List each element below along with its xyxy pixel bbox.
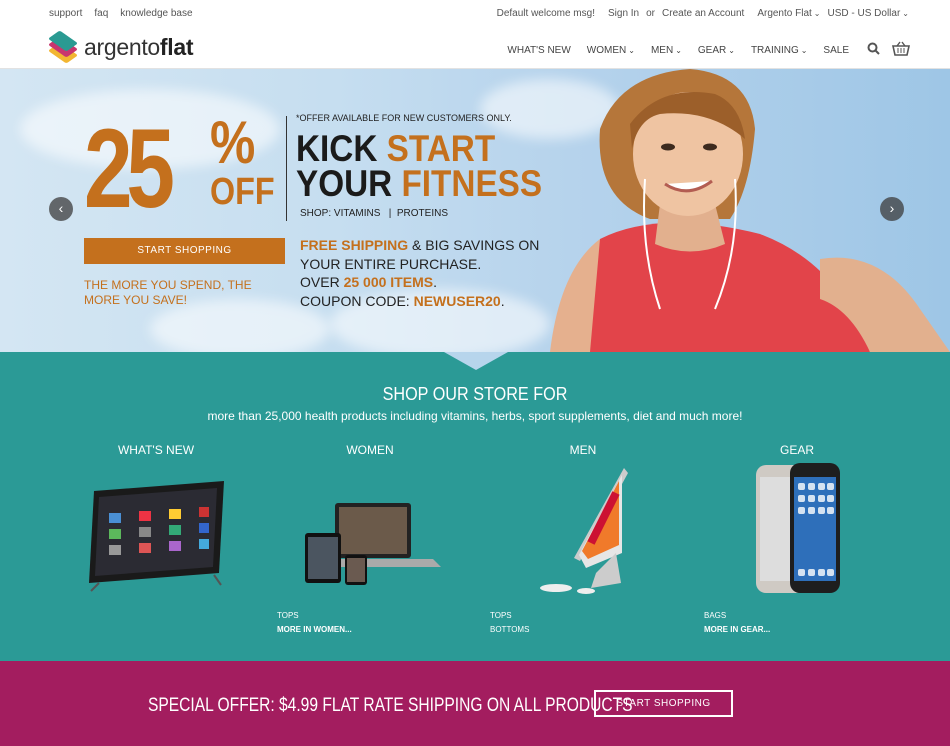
logo-text: argentoflat: [84, 33, 194, 61]
offer-note: *OFFER AVAILABLE FOR NEW CUSTOMERS ONLY.: [296, 113, 512, 123]
top-bar: support faq knowledge base Default welco…: [0, 0, 950, 26]
category-title[interactable]: WOMEN: [263, 443, 477, 457]
or-text: or: [646, 8, 656, 19]
discount-off: OFF: [210, 171, 275, 213]
category-whats-new[interactable]: WHAT'S NEW: [49, 443, 263, 592]
create-account-link[interactable]: Create an Account: [662, 8, 744, 19]
nav-item-men[interactable]: MEN ⌄: [651, 45, 682, 56]
store-section-subtitle: more than 25,000 health products includi…: [207, 409, 743, 423]
chevron-down-icon: ⌄: [902, 9, 909, 18]
store-switcher-label: Argento Flat: [757, 8, 812, 19]
cart-icon[interactable]: [892, 41, 910, 59]
slider-next-button[interactable]: ›: [880, 197, 904, 221]
account-links: Default welcome msg! Sign In or Create a…: [497, 8, 909, 19]
nav-item-gear[interactable]: GEAR ⌄: [698, 45, 735, 56]
nav-item-sale[interactable]: SALE: [823, 45, 849, 56]
chevron-left-icon: ‹: [58, 200, 64, 216]
nav-item-label: GEAR: [697, 44, 727, 56]
chevron-right-icon: ›: [889, 200, 895, 216]
category-links: TOPS MORE IN WOMEN...: [277, 609, 352, 637]
perk-free-rest: & BIG SAVINGS ON: [408, 237, 540, 253]
hero-title: KICK START YOUR FITNESS: [296, 130, 543, 204]
perk-over: OVER: [300, 274, 344, 290]
nav-item-women[interactable]: WOMEN ⌄: [587, 45, 635, 56]
site-logo[interactable]: argentoflat: [48, 30, 194, 64]
nav-item-label: WHAT'S NEW: [507, 44, 571, 56]
perk-coupon: COUPON CODE:: [300, 292, 414, 309]
knowledge-base-link[interactable]: knowledge base: [120, 8, 192, 19]
iphone-image: [756, 463, 840, 593]
shop-store-section: SHOP OUR STORE FOR more than 25,000 heal…: [0, 352, 950, 661]
chevron-down-icon: ⌄: [675, 45, 682, 55]
chevron-down-icon: ⌄: [628, 45, 635, 55]
site-header: argentoflat WHAT'S NEW WOMEN ⌄ MEN ⌄ GEAR ⌄…: [0, 26, 950, 69]
faq-link[interactable]: faq: [94, 8, 108, 19]
special-offer-bar: SPECIAL OFFER: $4.99 FLAT RATE SHIPPING …: [0, 661, 950, 746]
discount-percent-symbol: %: [210, 109, 256, 176]
welcome-message: Default welcome msg!: [496, 8, 595, 19]
category-link-bags[interactable]: BAGS: [704, 609, 770, 623]
hero-title-your: YOUR: [296, 163, 402, 204]
imac-image: [540, 468, 628, 594]
discount-number: 25: [84, 106, 175, 231]
special-offer-text: SPECIAL OFFER: $4.99 FLAT RATE SHIPPING …: [148, 695, 633, 716]
chevron-down-icon: ⌄: [813, 9, 821, 18]
logo-mark-icon: [48, 30, 78, 64]
tv-image: [89, 481, 224, 592]
hero-perks: FREE SHIPPING & BIG SAVINGS ON YOUR ENTI…: [300, 236, 539, 310]
more-in-gear-link[interactable]: MORE IN GEAR...: [704, 623, 770, 637]
category-link-tops[interactable]: TOPS: [490, 609, 529, 623]
sign-in-link[interactable]: Sign In: [608, 8, 639, 19]
chevron-down-icon: ⌄: [800, 45, 808, 55]
perk-dot: .: [500, 292, 505, 309]
nav-item-label: MEN: [650, 44, 674, 56]
divider: [286, 116, 287, 221]
category-title[interactable]: MEN: [476, 443, 690, 457]
hero-banner: 25 % OFF *OFFER AVAILABLE FOR NEW CUSTOM…: [0, 69, 950, 352]
nav-item-label: TRAINING: [750, 44, 799, 56]
nav-item-whats-new[interactable]: WHAT'S NEW: [507, 45, 570, 56]
chevron-down-icon: ⌄: [728, 45, 735, 55]
logo-text-bold: flat: [159, 33, 194, 60]
shop-categories-line[interactable]: SHOP: VITAMINS | PROTEINS: [300, 208, 448, 219]
category-link-bottoms[interactable]: BOTTOMS: [490, 623, 529, 637]
perk-dot: .: [433, 274, 437, 290]
category-gear[interactable]: GEAR BAGS MORE IN GEAR...: [690, 443, 904, 634]
nav-item-label: SALE: [823, 44, 849, 56]
store-switcher[interactable]: Argento Flat ⌄: [757, 8, 820, 19]
category-men[interactable]: MEN TOPS BOTTOMS: [476, 443, 690, 634]
nav-item-training[interactable]: TRAINING ⌄: [751, 45, 807, 56]
main-navigation: WHAT'S NEW WOMEN ⌄ MEN ⌄ GEAR ⌄ TRAINING ⌄ S…: [491, 41, 910, 59]
perk-line2: YOUR ENTIRE PURCHASE.: [300, 255, 482, 272]
more-spend-text: THE MORE YOU SPEND, THE MORE YOU SAVE!: [84, 278, 252, 307]
discount-headline: 25 % OFF: [84, 106, 275, 231]
perk-items: 25 000 ITEMS: [343, 274, 434, 290]
hero-start-shopping-button[interactable]: START SHOPPING: [84, 238, 285, 264]
perk-free-shipping: FREE SHIPPING: [300, 237, 409, 253]
more-in-women-link[interactable]: MORE IN WOMEN...: [277, 623, 352, 637]
nav-item-label: WOMEN: [586, 44, 627, 56]
logo-text-light: argento: [84, 33, 160, 60]
support-link[interactable]: support: [49, 8, 82, 19]
category-links: TOPS BOTTOMS: [490, 609, 529, 637]
hero-title-fitness: FITNESS: [401, 163, 543, 204]
category-link-tops[interactable]: TOPS: [277, 609, 352, 623]
slider-prev-button[interactable]: ‹: [49, 197, 73, 221]
section-notch: [444, 352, 508, 370]
laptop-devices-image: [305, 503, 441, 585]
promo-start-shopping-button[interactable]: START SHOPPING: [594, 690, 733, 717]
category-title[interactable]: WHAT'S NEW: [49, 443, 263, 457]
store-section-title: SHOP OUR STORE FOR: [382, 384, 568, 404]
top-links: support faq knowledge base: [49, 8, 193, 19]
category-links: BAGS MORE IN GEAR...: [704, 609, 770, 637]
currency-switcher[interactable]: USD - US Dollar ⌄: [828, 8, 910, 19]
category-title[interactable]: GEAR: [690, 443, 904, 457]
perk-coupon-code: NEWUSER20: [413, 292, 501, 309]
category-women[interactable]: WOMEN TOPS MORE IN WOMEN...: [263, 443, 477, 634]
search-icon[interactable]: [867, 42, 880, 58]
currency-switcher-label: USD - US Dollar: [827, 8, 901, 19]
